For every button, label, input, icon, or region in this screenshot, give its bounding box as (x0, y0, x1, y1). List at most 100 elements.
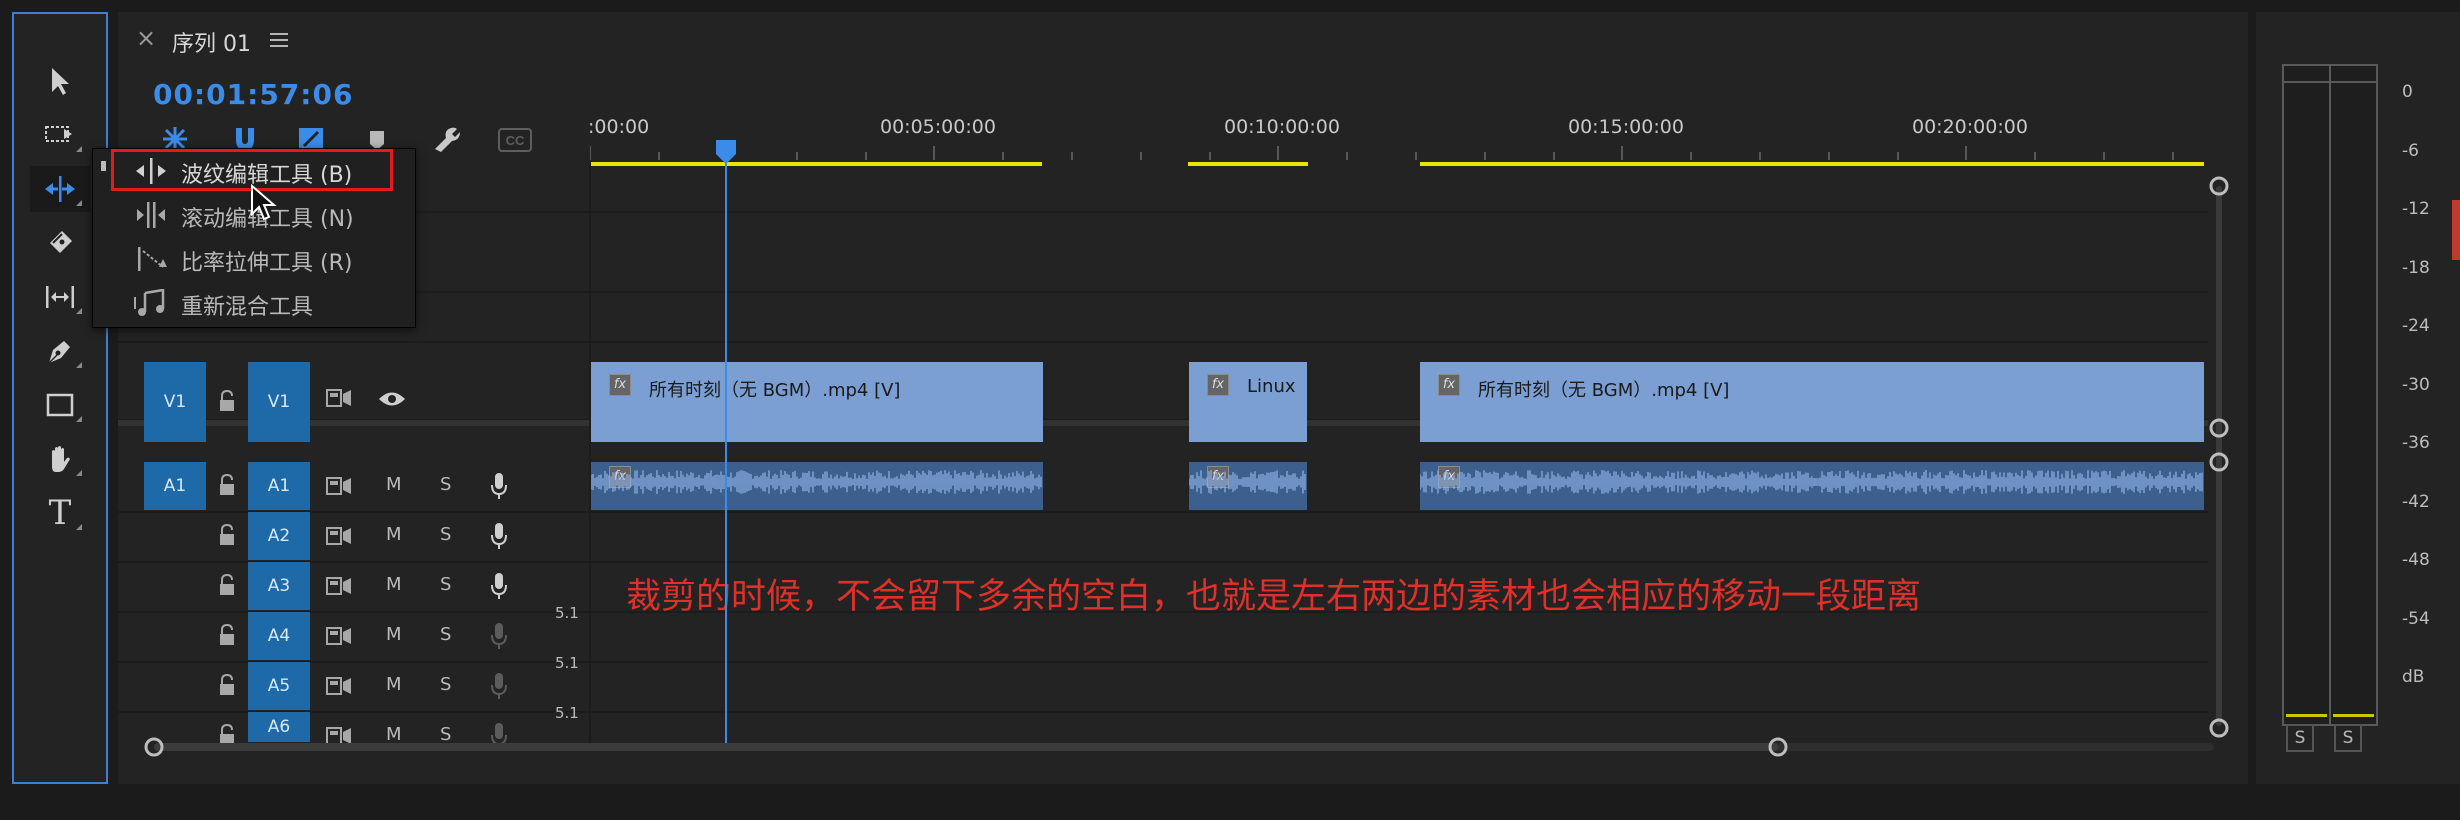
menu-item-ripple-edit[interactable]: 波纹编辑工具 (B) (93, 155, 415, 188)
selection-tool-button[interactable] (30, 58, 90, 104)
mute-button[interactable]: M (386, 474, 402, 495)
rate-stretch-icon (138, 247, 167, 271)
audio-waveform (1189, 470, 1306, 494)
edge-strip (2452, 200, 2460, 260)
fx-badge: fx (1207, 374, 1229, 396)
playhead-timecode[interactable]: 00:01:57:06 (153, 78, 353, 111)
tools-panel: T (12, 12, 108, 784)
video-clip[interactable]: fx 所有时刻（无 BGM）.mp4 [V] (1420, 362, 2204, 442)
pen-tool-button[interactable] (30, 328, 90, 374)
rectangle-tool-button[interactable] (30, 382, 90, 428)
solo-button[interactable]: S (440, 624, 451, 645)
mute-button[interactable]: M (386, 674, 402, 695)
ruler-label: 00:15:00:00 (1568, 116, 1684, 138)
razor-icon (50, 231, 72, 253)
lock-icon[interactable] (218, 474, 236, 496)
solo-button[interactable]: S (440, 524, 451, 545)
time-ruler[interactable]: :00:00 00:05:00:00 00:10:00:00 00:15:00:… (588, 104, 2224, 170)
slip-tool-button[interactable] (30, 274, 90, 320)
hand-icon (52, 446, 70, 472)
menu-item-remix[interactable]: 重新混合工具 (93, 287, 415, 320)
lock-icon[interactable] (218, 390, 236, 412)
db-scale-label: -18 (2402, 257, 2430, 278)
tool-flyout-menu: 波纹编辑工具 (B) 滚动编辑工具 (N) 比率拉伸工具 (R) 重新混合工具 (92, 148, 416, 328)
annotation-text: 裁剪的时候，不会留下多余的空白，也就是左右两边的素材也会相应的移动一段距离 (626, 577, 1922, 617)
track-target-a3[interactable]: A3 (248, 562, 310, 610)
level-meter (2282, 64, 2378, 726)
eye-icon[interactable] (378, 390, 406, 408)
db-scale-label: -42 (2402, 491, 2430, 512)
microphone-icon[interactable] (490, 522, 508, 550)
audio-clip[interactable]: fx (1420, 462, 2204, 510)
sync-lock-icon[interactable] (326, 676, 352, 696)
clip-title: 所有时刻（无 BGM）.mp4 [V] (649, 380, 901, 401)
sync-lock-icon[interactable] (326, 626, 352, 646)
sync-lock-icon[interactable] (326, 388, 352, 408)
playhead[interactable] (714, 130, 738, 750)
sync-lock-icon[interactable] (326, 526, 352, 546)
arrow-icon (52, 68, 69, 95)
track-select-icon (45, 126, 72, 142)
db-scale-label: -36 (2402, 433, 2430, 453)
db-scale-label: -48 (2402, 550, 2430, 570)
mouse-cursor-icon (251, 184, 277, 221)
menu-item-label: 重新混合工具 (181, 295, 314, 320)
mute-button[interactable]: M (386, 524, 402, 545)
sequence-tab-bar: × 序列 01 (118, 12, 2248, 68)
hamburger-icon[interactable] (270, 32, 288, 48)
audio-waveform (591, 470, 1042, 494)
sync-lock-icon[interactable] (326, 476, 352, 496)
rolling-edit-icon (137, 202, 165, 228)
solo-button[interactable]: S (440, 574, 451, 595)
menu-item-label: 比率拉伸工具 (R) (181, 251, 353, 276)
microphone-icon[interactable] (490, 672, 508, 700)
wrench-icon[interactable] (430, 124, 460, 154)
channel-format-label: 5.1 (555, 704, 579, 722)
lock-icon[interactable] (218, 674, 236, 696)
track-select-tool-button[interactable] (30, 112, 90, 158)
video-clip[interactable]: fx 所有时刻（无 BGM）.mp4 [V] (591, 362, 1043, 442)
microphone-icon[interactable] (490, 622, 508, 650)
track-target-v1[interactable]: V1 (248, 362, 310, 442)
track-target-a5[interactable]: A5 (248, 662, 310, 710)
type-tool-button[interactable]: T (30, 490, 90, 536)
close-tab-button[interactable]: × (136, 24, 156, 52)
mute-button[interactable]: M (386, 574, 402, 595)
microphone-icon[interactable] (490, 472, 508, 500)
track-target-a1[interactable]: A1 (248, 462, 310, 510)
solo-left-button[interactable]: S (2286, 724, 2314, 752)
ruler-label: 00:05:00:00 (880, 116, 996, 138)
audio-meter-panel: 0 -6 -12 -18 -24 -30 -36 -42 -48 -54 dB S S (2256, 12, 2460, 784)
source-patch-a1[interactable]: A1 (144, 462, 206, 510)
razor-tool-button[interactable] (30, 220, 90, 266)
db-scale-label: -6 (2402, 140, 2419, 161)
source-patch-v1[interactable]: V1 (144, 362, 206, 442)
sync-lock-icon[interactable] (326, 576, 352, 596)
ripple-edit-tool-button[interactable] (30, 166, 90, 212)
lock-icon[interactable] (218, 524, 236, 546)
db-scale-label: -12 (2402, 199, 2430, 219)
microphone-icon[interactable] (490, 572, 508, 600)
solo-right-button[interactable]: S (2334, 724, 2362, 752)
db-scale-label: dB (2402, 667, 2425, 687)
horizontal-scrollbar[interactable] (138, 734, 2228, 760)
db-scale-label: -24 (2402, 316, 2430, 336)
audio-clip[interactable]: fx (1189, 462, 1307, 510)
track-target-a2[interactable]: A2 (248, 512, 310, 560)
pen-icon (48, 341, 70, 364)
mute-button[interactable]: M (386, 624, 402, 645)
track-target-a4[interactable]: A4 (248, 612, 310, 660)
db-scale-label: 0 (2402, 82, 2413, 102)
lock-icon[interactable] (218, 624, 236, 646)
audio-clip[interactable]: fx (591, 462, 1043, 510)
menu-item-rate-stretch[interactable]: 比率拉伸工具 (R) (93, 243, 415, 276)
solo-button[interactable]: S (440, 674, 451, 695)
ripple-edit-icon (136, 158, 166, 184)
lock-icon[interactable] (218, 574, 236, 596)
captions-icon[interactable]: CC (498, 128, 532, 152)
sequence-tab-title[interactable]: 序列 01 (172, 26, 251, 58)
solo-button[interactable]: S (440, 474, 451, 495)
hand-tool-button[interactable] (30, 436, 90, 482)
video-clip[interactable]: fx Linux (1189, 362, 1307, 442)
vertical-scrollbar[interactable] (2206, 172, 2232, 742)
